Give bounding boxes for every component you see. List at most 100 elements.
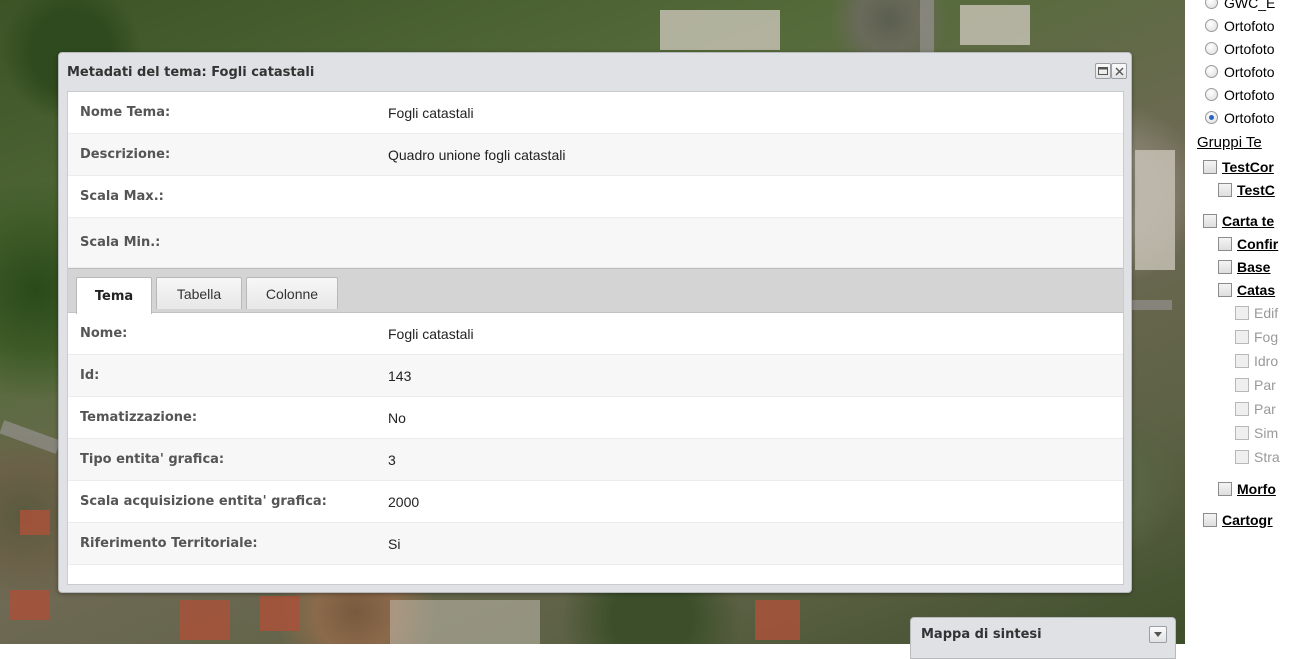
layer-tree-panel: GWC_E Ortofoto Ortofoto Ortofoto Ortofoto Ort… bbox=[1185, 0, 1296, 644]
tab-bar: Tema Tabella Colonne bbox=[68, 268, 1123, 314]
layer-label: TestC bbox=[1237, 181, 1275, 198]
layer-label: Stra bbox=[1254, 448, 1280, 465]
layer-group-item[interactable]: TestC bbox=[1218, 179, 1275, 200]
basemap-option[interactable]: Ortofoto bbox=[1205, 61, 1275, 82]
layer-group-item[interactable]: Par bbox=[1235, 374, 1276, 395]
chevron-down-icon[interactable] bbox=[1149, 626, 1167, 643]
layer-group-item[interactable]: Catas bbox=[1218, 279, 1275, 300]
summary-row: Nome Tema: Fogli catastali bbox=[68, 92, 1123, 134]
tab-tema[interactable]: Tema bbox=[76, 277, 152, 314]
layer-label: Idro bbox=[1254, 352, 1279, 369]
detail-row: Nome: Fogli catastali bbox=[68, 313, 1123, 355]
radio-button[interactable] bbox=[1205, 111, 1218, 124]
field-value: 143 bbox=[388, 368, 412, 384]
basemap-label: Ortofoto bbox=[1224, 109, 1275, 126]
field-value: Si bbox=[388, 536, 401, 552]
layer-label: TestCor bbox=[1222, 158, 1274, 175]
field-label: Nome: bbox=[80, 326, 128, 341]
detail-row: Tematizzazione: No bbox=[68, 397, 1123, 439]
basemap-option[interactable]: Ortofoto bbox=[1205, 38, 1275, 59]
field-label: Descrizione: bbox=[80, 147, 171, 162]
layer-group-item[interactable]: Idro bbox=[1235, 350, 1278, 371]
radio-button[interactable] bbox=[1205, 65, 1218, 78]
field-label: Scala Min.: bbox=[80, 235, 161, 250]
checkbox[interactable] bbox=[1203, 213, 1217, 228]
radio-button[interactable] bbox=[1205, 88, 1218, 101]
window-title: Metadati del tema: Fogli catastali bbox=[67, 64, 315, 80]
layer-label: Edif bbox=[1254, 304, 1279, 321]
field-label: Scala acquisizione entita' grafica: bbox=[80, 494, 327, 509]
layer-group-item[interactable]: Confir bbox=[1218, 233, 1278, 254]
detail-row: Tipo entita' grafica: 3 bbox=[68, 439, 1123, 481]
field-value: Quadro unione fogli catastali bbox=[388, 147, 566, 163]
detail-row: Scala acquisizione entita' grafica: 2000 bbox=[68, 481, 1123, 523]
field-label: Nome Tema: bbox=[80, 105, 171, 120]
field-label: Tematizzazione: bbox=[80, 410, 198, 425]
layer-label: Sim bbox=[1254, 424, 1279, 441]
layer-label: Catas bbox=[1237, 281, 1276, 298]
checkbox[interactable] bbox=[1235, 377, 1249, 392]
layer-group-item[interactable]: Fog bbox=[1235, 326, 1278, 347]
layer-group-item[interactable]: TestCor bbox=[1203, 156, 1274, 177]
checkbox[interactable] bbox=[1218, 481, 1232, 496]
checkbox[interactable] bbox=[1218, 236, 1232, 251]
basemap-option[interactable]: Ortofoto bbox=[1205, 15, 1275, 36]
checkbox[interactable] bbox=[1235, 425, 1249, 440]
tab-colonne[interactable]: Colonne bbox=[246, 277, 338, 309]
minimap-panel: Mappa di sintesi bbox=[910, 617, 1176, 659]
field-label: Tipo entita' grafica: bbox=[80, 452, 225, 467]
checkbox[interactable] bbox=[1218, 182, 1232, 197]
layer-label: Cartogr bbox=[1222, 511, 1273, 528]
layer-group-item[interactable]: Stra bbox=[1235, 446, 1280, 467]
basemap-option[interactable]: Ortofoto bbox=[1205, 107, 1275, 128]
basemap-label: Ortofoto bbox=[1224, 40, 1275, 57]
summary-row: Descrizione: Quadro unione fogli catasta… bbox=[68, 134, 1123, 176]
close-icon[interactable] bbox=[1111, 63, 1127, 79]
checkbox[interactable] bbox=[1203, 512, 1217, 527]
checkbox[interactable] bbox=[1235, 401, 1249, 416]
layer-label: Confir bbox=[1237, 235, 1279, 252]
field-value: No bbox=[388, 410, 406, 426]
layer-label: Par bbox=[1254, 400, 1276, 417]
checkbox[interactable] bbox=[1235, 305, 1249, 320]
layer-label: Morfo bbox=[1237, 480, 1276, 497]
groups-heading[interactable]: Gruppi Te bbox=[1197, 132, 1262, 153]
basemap-option[interactable]: GWC_E bbox=[1205, 0, 1275, 13]
layer-label: Base bbox=[1237, 258, 1271, 275]
maximize-icon[interactable] bbox=[1095, 63, 1111, 79]
window-header[interactable]: Metadati del tema: Fogli catastali bbox=[59, 53, 1131, 91]
layer-group-item[interactable]: Sim bbox=[1235, 422, 1278, 443]
field-label: Scala Max.: bbox=[80, 189, 164, 204]
minimap-title: Mappa di sintesi bbox=[921, 627, 1042, 642]
checkbox[interactable] bbox=[1218, 282, 1232, 297]
basemap-option[interactable]: Ortofoto bbox=[1205, 84, 1275, 105]
checkbox[interactable] bbox=[1218, 259, 1232, 274]
window-body: Nome Tema: Fogli catastali Descrizione: … bbox=[67, 91, 1124, 585]
field-value: Fogli catastali bbox=[388, 326, 474, 342]
layer-group-item[interactable]: Cartogr bbox=[1203, 509, 1273, 530]
basemap-label: Ortofoto bbox=[1224, 86, 1275, 103]
detail-row: Id: 143 bbox=[68, 355, 1123, 397]
summary-row: Scala Max.: bbox=[68, 176, 1123, 218]
radio-button[interactable] bbox=[1205, 42, 1218, 55]
tab-tabella[interactable]: Tabella bbox=[156, 277, 242, 309]
basemap-label: GWC_E bbox=[1224, 0, 1276, 11]
field-value: Fogli catastali bbox=[388, 105, 474, 121]
checkbox[interactable] bbox=[1235, 353, 1249, 368]
layer-group-item[interactable]: Carta te bbox=[1203, 210, 1274, 231]
layer-group-item[interactable]: Base bbox=[1218, 256, 1270, 277]
checkbox[interactable] bbox=[1203, 159, 1217, 174]
metadata-window: Metadati del tema: Fogli catastali Nome … bbox=[58, 52, 1132, 593]
radio-button[interactable] bbox=[1205, 0, 1218, 9]
field-label: Id: bbox=[80, 368, 100, 383]
basemap-label: Ortofoto bbox=[1224, 17, 1275, 34]
layer-group-item[interactable]: Edif bbox=[1235, 302, 1278, 323]
layer-group-item[interactable]: Par bbox=[1235, 398, 1276, 419]
radio-button[interactable] bbox=[1205, 19, 1218, 32]
layer-label: Carta te bbox=[1222, 212, 1275, 229]
checkbox[interactable] bbox=[1235, 449, 1249, 464]
checkbox[interactable] bbox=[1235, 329, 1249, 344]
layer-label: Fog bbox=[1254, 328, 1279, 345]
basemap-label: Ortofoto bbox=[1224, 63, 1275, 80]
layer-group-item[interactable]: Morfo bbox=[1218, 478, 1276, 499]
